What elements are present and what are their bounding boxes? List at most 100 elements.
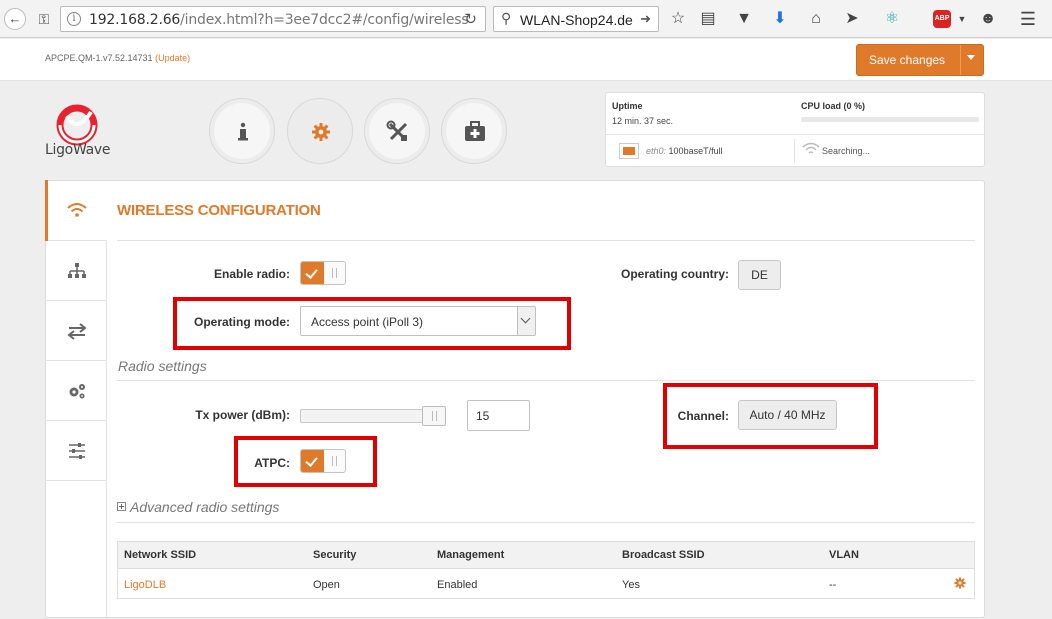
tx-power-slider[interactable] <box>300 406 446 426</box>
uptime-label: Uptime <box>612 101 643 111</box>
table-cell: Yes <box>622 579 640 591</box>
adblock-menu-caret-icon[interactable]: ▼ <box>952 9 972 29</box>
reload-icon[interactable]: ↻ <box>464 10 477 28</box>
url-text: 192.168.2.66/index.html?h=3ee7dcc2#/conf… <box>89 12 469 28</box>
config-sidebar <box>45 180 107 617</box>
browser-toolbar: ← ⚿ i 192.168.2.66/index.html?h=3ee7dcc2… <box>0 0 1052 38</box>
info-icon[interactable]: i <box>67 12 81 26</box>
advanced-radio-settings-toggle[interactable]: Advanced radio settings <box>117 499 279 515</box>
sidebar-item-network[interactable] <box>46 241 107 301</box>
eth-value: 100baseT/full <box>668 146 723 156</box>
operating-country-label: Operating country: <box>620 267 729 281</box>
pocket-icon[interactable]: ▼ <box>734 9 754 29</box>
network-icon <box>68 263 86 278</box>
home-icon[interactable]: ⌂ <box>806 9 826 29</box>
arrows-icon <box>67 323 87 340</box>
column-header: Network SSID <box>124 549 197 561</box>
cpu-load-bar <box>801 117 979 122</box>
table-cell: Enabled <box>437 579 478 591</box>
search-box[interactable]: ⚲ WLAN-Shop24.de ➜ <box>493 6 659 32</box>
highlight-atpc <box>234 436 377 487</box>
enable-radio-toggle[interactable] <box>300 261 346 285</box>
smiley-icon[interactable]: ☻ <box>978 9 998 29</box>
status-divider <box>606 134 984 135</box>
ethernet-icon <box>619 143 639 159</box>
url-path: /index.html?h=3ee7dcc2#/config/wireless <box>180 12 469 28</box>
column-header: VLAN <box>829 549 859 561</box>
column-header: Security <box>313 549 357 561</box>
update-link[interactable]: (Update) <box>155 53 190 63</box>
radio-settings-heading: Radio settings <box>118 358 207 374</box>
radio-settings-divider <box>117 380 975 381</box>
table-cell: Open <box>313 579 340 591</box>
eth-name: eth0: <box>646 146 667 156</box>
nav-configuration-button[interactable] <box>287 98 353 164</box>
version-text: APCPE.QM-1.v7.52.14731 <box>45 53 153 63</box>
key-icon[interactable]: ⚿ <box>34 9 54 29</box>
ssid-link[interactable]: LigoDLB <box>124 579 166 591</box>
sidebar-filler <box>46 481 107 617</box>
sidebar-item-services[interactable] <box>46 361 107 421</box>
tx-power-input[interactable]: 15 <box>467 400 530 431</box>
extension-icon[interactable]: ⚛ <box>882 9 902 29</box>
uptime-value: 12 min. 37 sec. <box>612 116 674 126</box>
wireless-status: Searching... <box>822 146 871 156</box>
page-title: WIRELESS CONFIGURATION <box>117 202 321 219</box>
enable-radio-label: Enable radio: <box>213 267 290 281</box>
search-text: WLAN-Shop24.de <box>520 12 633 28</box>
advanced-divider <box>117 522 975 523</box>
logo-text: LigoWave <box>45 142 111 158</box>
plus-box-icon <box>117 502 126 511</box>
sidebar-item-wireless[interactable] <box>45 180 107 241</box>
toggle-grip <box>332 268 337 278</box>
ssid-table: Network SSID Security Management Broadca… <box>117 541 975 599</box>
save-changes-button[interactable]: Save changes <box>856 44 984 76</box>
highlight-operating-mode <box>173 297 571 350</box>
back-button[interactable]: ← <box>4 8 26 30</box>
tools-icon <box>386 120 408 142</box>
column-header: Broadcast SSID <box>622 549 705 561</box>
nav-info-button[interactable] <box>209 98 275 164</box>
slider-handle[interactable] <box>422 406 446 426</box>
gear-icon <box>312 123 330 141</box>
status-panel: Uptime 12 min. 37 sec. CPU load (0 %) et… <box>605 92 985 167</box>
bookmark-star-icon[interactable]: ☆ <box>668 9 688 29</box>
first-aid-icon <box>465 121 485 141</box>
cpu-load-label: CPU load (0 %) <box>801 101 866 111</box>
wifi-icon <box>67 203 87 217</box>
ethernet-status: eth0: 100baseT/full <box>646 146 723 156</box>
url-host: 192.168.2.66 <box>89 12 181 28</box>
sliders-icon <box>69 443 85 459</box>
column-header: Management <box>437 549 505 561</box>
search-go-icon[interactable]: ➜ <box>640 11 651 27</box>
reading-list-icon[interactable]: ▤ <box>698 9 718 29</box>
gears-icon <box>69 384 85 399</box>
checkmark-icon <box>301 262 324 284</box>
status-vertical-divider <box>794 139 795 163</box>
sidebar-item-advanced[interactable] <box>46 421 107 481</box>
operating-country-button[interactable]: DE <box>738 260 781 290</box>
advanced-radio-settings-label: Advanced radio settings <box>130 499 280 515</box>
tx-power-label: Tx power (dBm): <box>195 408 290 422</box>
chevron-down-icon[interactable] <box>967 55 975 60</box>
highlight-channel <box>663 383 878 449</box>
title-divider <box>117 240 975 241</box>
table-header: Network SSID Security Management Broadca… <box>118 542 974 569</box>
nav-extras-button[interactable] <box>441 98 507 164</box>
nav-tools-button[interactable] <box>364 98 430 164</box>
adblock-icon[interactable]: ABP <box>933 10 951 28</box>
wifi-signal-icon <box>802 142 820 154</box>
download-icon[interactable]: ⬇ <box>770 9 790 29</box>
firmware-version: APCPE.QM-1.v7.52.14731 (Update) <box>45 53 190 63</box>
save-split-divider <box>960 45 961 75</box>
sidebar-item-traffic[interactable] <box>46 301 107 361</box>
info-icon <box>238 122 248 141</box>
address-bar[interactable]: i 192.168.2.66/index.html?h=3ee7dcc2#/co… <box>60 6 486 32</box>
menu-icon[interactable]: ☰ <box>1018 9 1038 29</box>
table-cell: -- <box>829 579 837 591</box>
app-header: APCPE.QM-1.v7.52.14731 (Update) Save cha… <box>0 39 1052 81</box>
search-icon: ⚲ <box>501 10 512 26</box>
save-changes-label: Save changes <box>869 53 946 67</box>
send-icon[interactable]: ➤ <box>842 9 862 29</box>
gear-icon[interactable] <box>954 577 966 589</box>
